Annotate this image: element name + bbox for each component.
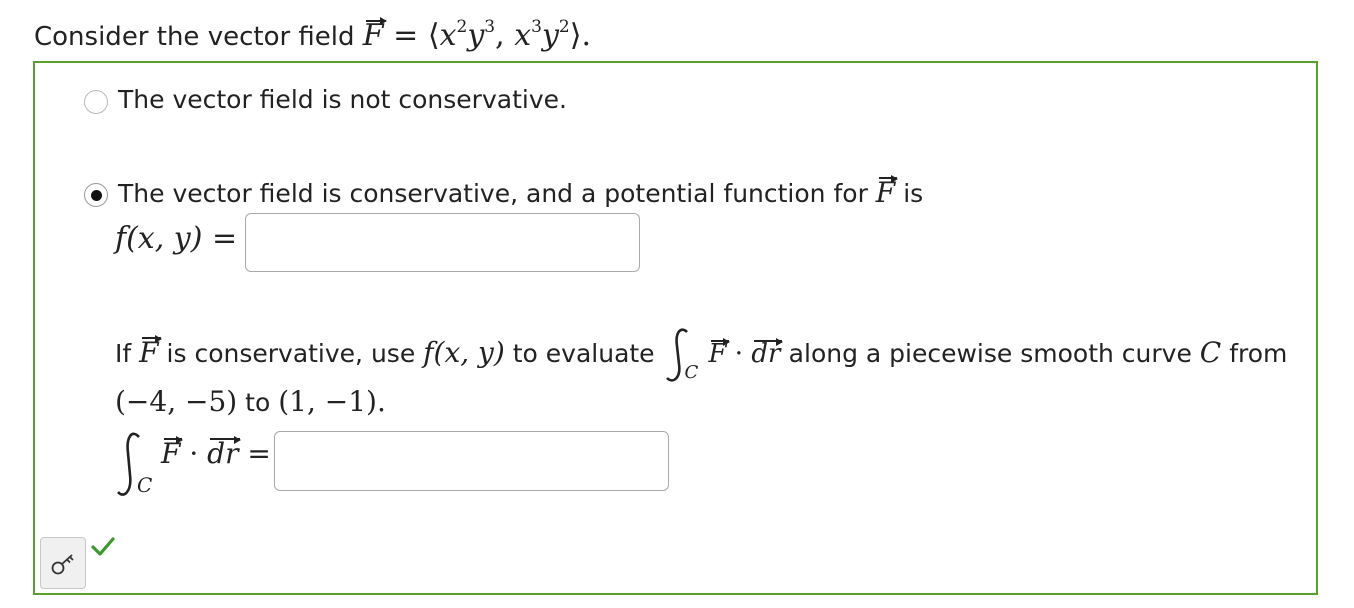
comp2-var-a: x (514, 18, 532, 53)
radio-conservative[interactable] (84, 183, 108, 207)
line-integral-display: C (115, 429, 153, 505)
comp2-var-b: y (541, 18, 559, 53)
vector-f-symbol: F (708, 338, 730, 369)
radio-not-conservative[interactable] (84, 90, 108, 114)
evaluate-text-from: from (1229, 339, 1288, 368)
potential-lhs-text: f(x, y) (115, 221, 203, 256)
key-button[interactable] (40, 537, 86, 589)
integral-subscript: C (137, 473, 153, 497)
option-conservative-label: The vector field is conservative, and a … (118, 175, 924, 209)
integral-subscript: C (684, 362, 699, 383)
prompt-text: Consider the vector field (34, 22, 355, 52)
vector-f-symbol: F (875, 175, 899, 209)
evaluate-text-along: along a piecewise smooth curve (788, 339, 1192, 368)
angle-close: ⟩. (569, 18, 591, 53)
potential-equals: = (212, 221, 238, 256)
vector-f-symbol: F (139, 335, 163, 369)
dot-operator: · (189, 437, 199, 470)
option-conservative-text: The vector field is conservative, and a … (118, 179, 868, 208)
evaluate-text-to-evaluate: to evaluate (512, 339, 655, 368)
checkmark-icon (91, 537, 115, 556)
answer-region: The vector field is not conservative. Th… (33, 61, 1318, 595)
angle-open: ⟨ (427, 18, 440, 53)
comp1-exp-b: 3 (484, 17, 496, 37)
option-not-conservative-label: The vector field is not conservative. (118, 85, 567, 114)
end-point: (1, −1). (278, 385, 386, 418)
dot-operator: · (734, 339, 744, 369)
start-point: (−4, −5) (115, 385, 238, 418)
evaluate-text-use: is conservative, use (166, 339, 416, 368)
comma: , (495, 18, 505, 53)
evaluate-instructions: If F is conservative, use f(x, y) to eva… (115, 326, 1287, 384)
equals-sign: = (393, 18, 419, 53)
comp2-exp-a: 3 (531, 17, 542, 37)
radio-selected-dot (91, 190, 102, 201)
endpoints-to: to (245, 388, 271, 417)
potential-input[interactable] (245, 213, 640, 272)
comp1-var-a: x (439, 18, 457, 53)
comp1-var-b: y (467, 18, 485, 53)
integral-equals: = (247, 437, 271, 470)
vector-dr-symbol: dr (207, 436, 242, 470)
comp1-exp-a: 2 (456, 17, 468, 37)
question-prompt: Consider the vector field F = ⟨x2y3, x3y… (34, 17, 591, 53)
vector-f-symbol: F (362, 17, 387, 53)
integral-input[interactable] (274, 431, 669, 491)
key-icon (51, 554, 74, 575)
integrand-inline: F · dr (708, 338, 788, 369)
integrand-display: F · dr = (161, 436, 271, 470)
potential-lhs: f(x, y) = (115, 221, 237, 256)
line-integral-inline: C (663, 326, 699, 384)
vector-dr-symbol: dr (751, 338, 784, 369)
endpoints: (−4, −5) to (1, −1). (115, 385, 386, 418)
curve-symbol: C (1199, 336, 1222, 369)
evaluate-text-if: If (115, 339, 132, 368)
option-conservative-suffix: is (903, 179, 924, 208)
vector-f-symbol: F (161, 436, 184, 470)
evaluate-func: f(x, y) (423, 336, 505, 369)
field-expression: F = ⟨x2y3, x3y2⟩. (362, 17, 591, 53)
comp2-exp-b: 2 (558, 17, 570, 37)
